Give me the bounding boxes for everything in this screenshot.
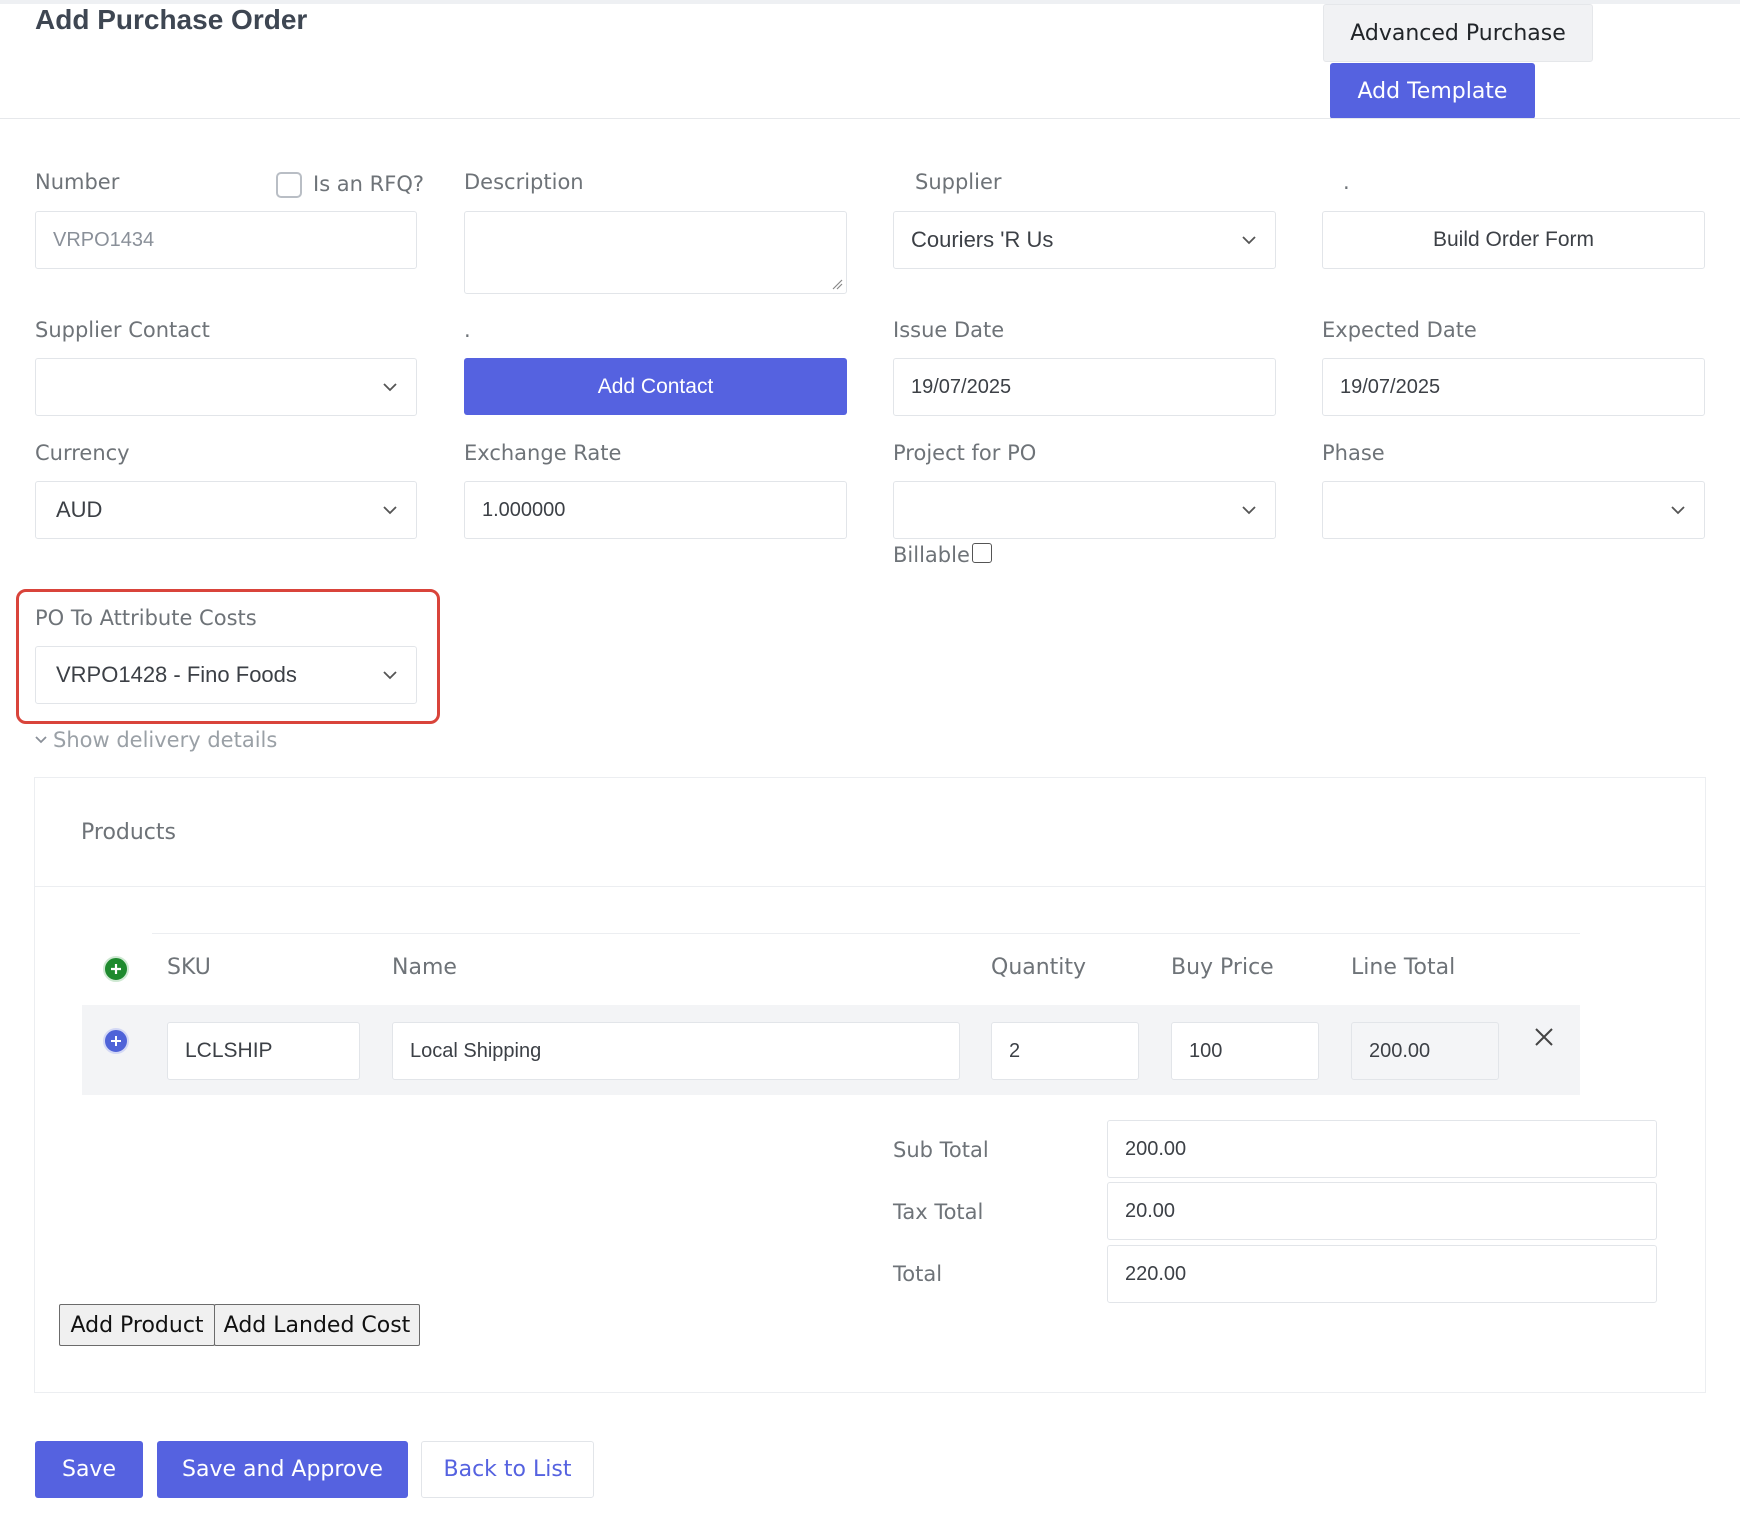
exchange-rate-label: Exchange Rate — [464, 441, 622, 465]
currency-select[interactable]: AUD — [35, 481, 417, 539]
add-row-plus-icon[interactable] — [103, 956, 129, 982]
sku-value: LCLSHIP — [185, 1039, 273, 1062]
po-attribute-label: PO To Attribute Costs — [35, 606, 257, 630]
chevron-down-icon — [381, 378, 399, 396]
advanced-purchase-button[interactable]: Advanced Purchase — [1323, 4, 1593, 62]
save-and-approve-button[interactable]: Save and Approve — [157, 1441, 408, 1498]
show-delivery-details-label: Show delivery details — [53, 728, 278, 752]
chevron-down-icon — [381, 666, 399, 684]
currency-value: AUD — [56, 497, 103, 522]
project-label: Project for PO — [893, 441, 1037, 465]
description-label: Description — [464, 170, 584, 194]
add-template-button[interactable]: Add Template — [1330, 63, 1535, 119]
line-total-field: 200.00 — [1351, 1022, 1499, 1080]
sub-total-label: Sub Total — [893, 1138, 989, 1162]
description-textarea[interactable] — [464, 211, 847, 294]
close-icon[interactable] — [1532, 1025, 1556, 1049]
total-value: 220.00 — [1125, 1262, 1187, 1285]
issue-date-label: Issue Date — [893, 318, 1005, 342]
supplier-select[interactable]: Couriers 'R Us — [893, 211, 1276, 269]
expected-date-value: 19/07/2025 — [1340, 375, 1441, 398]
tax-total-field: 20.00 — [1107, 1182, 1657, 1240]
expected-date-input[interactable]: 19/07/2025 — [1322, 358, 1705, 416]
supplier-contact-select[interactable] — [35, 358, 417, 416]
buy-price-value: 100 — [1189, 1039, 1223, 1062]
total-field: 220.00 — [1107, 1245, 1657, 1303]
sku-input[interactable]: LCLSHIP — [167, 1022, 360, 1080]
page-title: Add Purchase Order — [35, 4, 308, 35]
line-total-value: 200.00 — [1369, 1039, 1431, 1062]
issue-date-input[interactable]: 19/07/2025 — [893, 358, 1276, 416]
supplier-contact-label: Supplier Contact — [35, 318, 210, 342]
number-field[interactable]: VRPO1434 — [35, 211, 417, 269]
header-divider — [0, 118, 1740, 119]
row-plus-icon[interactable] — [103, 1028, 129, 1054]
billable-label: Billable — [893, 543, 970, 567]
exchange-rate-input[interactable]: 1.000000 — [464, 481, 847, 539]
back-to-list-button[interactable]: Back to List — [421, 1441, 594, 1498]
column-header-sku: SKU — [167, 955, 211, 980]
column-header-line-total: Line Total — [1351, 955, 1456, 980]
resize-handle-icon — [832, 279, 843, 290]
name-input[interactable]: Local Shipping — [392, 1022, 960, 1080]
number-value: VRPO1434 — [53, 228, 155, 251]
sub-total-field: 200.00 — [1107, 1120, 1657, 1178]
supplier-value: Couriers 'R Us — [911, 227, 1054, 252]
project-select[interactable] — [893, 481, 1276, 539]
chevron-down-icon — [35, 731, 47, 749]
card-header-divider — [34, 886, 1706, 887]
show-delivery-details-toggle[interactable]: Show delivery details — [35, 728, 277, 752]
issue-date-value: 19/07/2025 — [911, 375, 1012, 398]
chevron-down-icon — [381, 501, 399, 519]
table-top-divider — [152, 933, 1580, 934]
name-value: Local Shipping — [410, 1039, 542, 1062]
exchange-rate-value: 1.000000 — [482, 498, 566, 521]
quantity-value: 2 — [1009, 1039, 1021, 1062]
rfq-label: Is an RFQ? — [313, 172, 425, 196]
tax-total-label: Tax Total — [893, 1200, 984, 1224]
products-title: Products — [81, 820, 176, 845]
column-header-name: Name — [392, 955, 457, 980]
number-label: Number — [35, 170, 120, 194]
phase-select[interactable] — [1322, 481, 1705, 539]
build-order-label: . — [1343, 170, 1350, 194]
expected-date-label: Expected Date — [1322, 318, 1477, 342]
add-landed-cost-button[interactable]: Add Landed Cost — [214, 1304, 420, 1346]
billable-checkbox[interactable] — [972, 543, 992, 563]
po-attribute-value: VRPO1428 - Fino Foods — [56, 662, 297, 687]
po-attribute-select[interactable]: VRPO1428 - Fino Foods — [35, 646, 417, 704]
add-product-button[interactable]: Add Product — [59, 1304, 215, 1346]
buy-price-input[interactable]: 100 — [1171, 1022, 1319, 1080]
add-contact-button[interactable]: Add Contact — [464, 358, 847, 415]
phase-label: Phase — [1322, 441, 1385, 465]
chevron-down-icon — [1240, 501, 1258, 519]
column-header-quantity: Quantity — [991, 955, 1087, 980]
rfq-checkbox[interactable] — [276, 172, 302, 198]
chevron-down-icon — [1240, 231, 1258, 249]
add-contact-label: . — [464, 318, 471, 342]
currency-label: Currency — [35, 441, 130, 465]
supplier-label: Supplier — [915, 170, 1002, 194]
build-order-form-button[interactable]: Build Order Form — [1322, 211, 1705, 269]
column-header-buy-price: Buy Price — [1171, 955, 1274, 980]
save-button[interactable]: Save — [35, 1441, 143, 1498]
total-label: Total — [893, 1262, 943, 1286]
build-order-form-label: Build Order Form — [1432, 228, 1595, 251]
sub-total-value: 200.00 — [1125, 1137, 1187, 1160]
quantity-input[interactable]: 2 — [991, 1022, 1139, 1080]
tax-total-value: 20.00 — [1125, 1199, 1176, 1222]
chevron-down-icon — [1669, 501, 1687, 519]
